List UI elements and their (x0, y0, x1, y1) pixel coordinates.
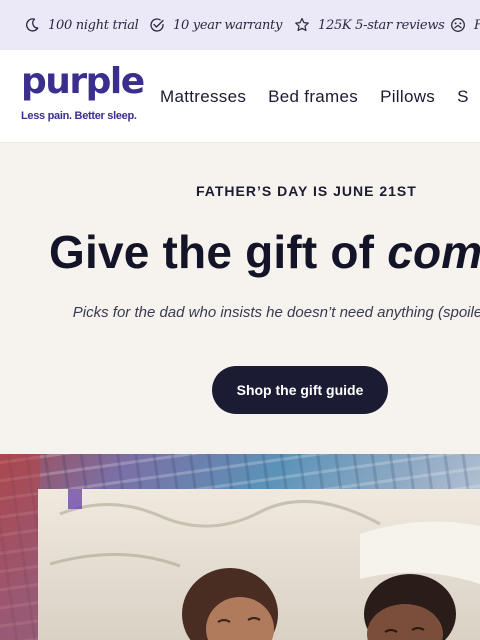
site-header: purple Less pain. Better sleep. Mattress… (0, 50, 480, 143)
nav-item-mattresses[interactable]: Mattresses (160, 87, 246, 107)
couple-in-bed-image (0, 454, 480, 640)
logo-wordmark: purple (21, 61, 145, 102)
nav-item-partial[interactable]: S (457, 87, 469, 107)
hero-headline: Give the gift of com (49, 225, 480, 279)
promo-bar: 100 night trial 10 year warranty 125K 5-… (0, 0, 480, 50)
hero-section: FATHER’S DAY IS JUNE 21ST Give the gift … (0, 143, 480, 454)
hero-photo (0, 454, 480, 640)
promo-item-warranty: 10 year warranty (149, 0, 282, 50)
shop-gift-guide-button[interactable]: Shop the gift guide (212, 366, 388, 414)
nav-item-bed-frames[interactable]: Bed frames (268, 87, 358, 107)
hero-subtext: Picks for the dad who insists he doesn’t… (72, 304, 480, 321)
hero-eyebrow: FATHER’S DAY IS JUNE 21ST (196, 183, 417, 199)
headline-italic: com (387, 226, 480, 278)
promo-text: F (474, 18, 480, 33)
main-nav: Mattresses Bed frames Pillows S (160, 50, 480, 142)
promo-text: 125K 5-star reviews (318, 17, 445, 33)
promo-text: 10 year warranty (173, 17, 283, 33)
nav-item-pillows[interactable]: Pillows (380, 87, 435, 107)
moon-icon (26, 18, 39, 32)
promo-item-reviews: 125K 5-star reviews (294, 0, 445, 50)
star-icon (295, 17, 309, 32)
check-circle-icon (150, 18, 164, 32)
wheel-icon (451, 18, 465, 32)
promo-item-partial: F (450, 0, 480, 50)
logo-tagline: Less pain. Better sleep. (21, 110, 137, 122)
promo-text: 100 night trial (48, 17, 139, 33)
purple-logo[interactable]: purple Less pain. Better sleep. (21, 64, 145, 126)
headline-plain: Give the gift of (49, 226, 388, 278)
promo-item-trial: 100 night trial (24, 0, 139, 50)
